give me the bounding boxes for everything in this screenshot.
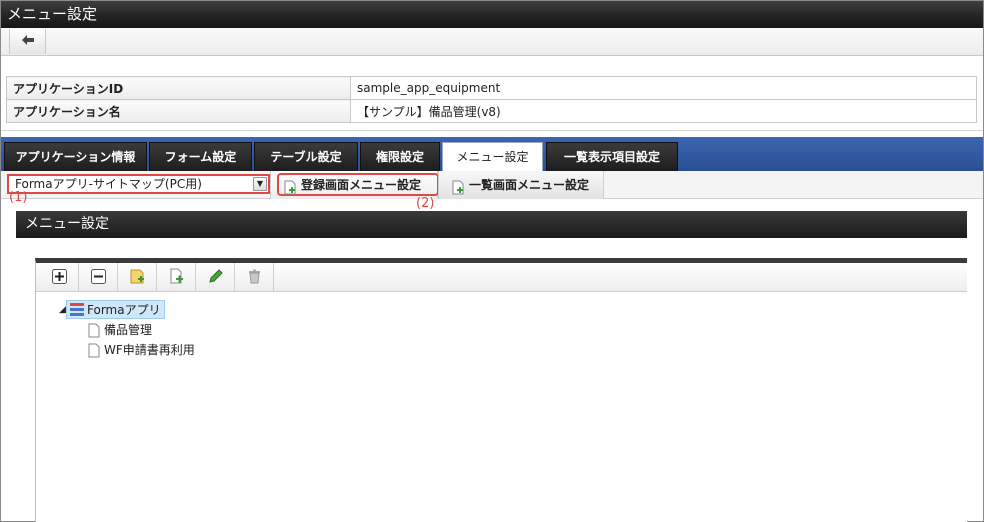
app-id-label: アプリケーションID xyxy=(6,76,351,100)
tree-root-node[interactable]: Formaアプリ xyxy=(66,300,165,319)
subtab-list-menu-settings[interactable]: 一覧画面メニュー設定 xyxy=(438,171,604,199)
tab-table-settings[interactable]: テーブル設定 xyxy=(254,142,358,171)
add-page-button[interactable] xyxy=(158,263,196,292)
info-row-app-id: アプリケーションID sample_app_equipment xyxy=(6,76,977,100)
delete-button[interactable] xyxy=(236,263,274,292)
action-bar xyxy=(1,28,983,56)
app-name-label: アプリケーション名 xyxy=(6,99,351,123)
callout-2: (2) xyxy=(416,196,435,211)
sitemap-select[interactable]: Formaアプリ-サイトマップ(PC用) ▼ xyxy=(7,174,270,194)
tree-toolbar xyxy=(36,263,967,292)
divider xyxy=(1,130,983,131)
plus-icon xyxy=(52,268,67,287)
add-page-icon xyxy=(452,177,464,205)
tree-item-label: 備品管理 xyxy=(104,323,153,337)
edit-button[interactable] xyxy=(197,263,235,292)
tab-permission-settings[interactable]: 権限設定 xyxy=(360,142,440,171)
menu-sub-toolbar: Formaアプリ-サイトマップ(PC用) ▼ 登録画面メニュー設定 一覧画面メニ… xyxy=(1,171,983,199)
back-button[interactable] xyxy=(9,29,46,54)
list-menu-icon xyxy=(70,303,84,322)
pencil-icon xyxy=(208,268,224,287)
tree-item[interactable]: WF申請書再利用 xyxy=(88,341,195,360)
application-info-table: アプリケーションID sample_app_equipment アプリケーション… xyxy=(6,76,977,123)
add-page-icon xyxy=(170,268,184,287)
highlight-box xyxy=(277,173,439,196)
dropdown-arrow-icon: ▼ xyxy=(253,177,267,191)
arrow-left-icon xyxy=(21,34,35,49)
callout-1: (1) xyxy=(9,190,28,205)
trash-icon xyxy=(248,269,261,287)
subtab-list-label: 一覧画面メニュー設定 xyxy=(469,178,590,192)
tree-item-label: WF申請書再利用 xyxy=(104,343,195,357)
subtab-entry-menu-settings[interactable]: 登録画面メニュー設定 xyxy=(270,171,439,199)
tree-item[interactable]: 備品管理 xyxy=(88,321,152,340)
settings-tab-strip: アプリケーション情報 フォーム設定 テーブル設定 権限設定 メニュー設定 一覧表… xyxy=(1,137,983,172)
tab-list-display-settings[interactable]: 一覧表示項目設定 xyxy=(546,142,678,171)
window-title: メニュー設定 xyxy=(1,1,983,28)
add-page-icon xyxy=(284,177,296,205)
app-name-value: 【サンプル】備品管理(v8) xyxy=(350,99,977,123)
collapse-all-button[interactable] xyxy=(80,263,118,292)
info-row-app-name: アプリケーション名 【サンプル】備品管理(v8) xyxy=(6,99,977,123)
tab-application-info[interactable]: アプリケーション情報 xyxy=(4,142,147,171)
tree-toggle-icon[interactable]: ◢ xyxy=(59,301,66,320)
page-icon xyxy=(88,343,100,364)
add-folder-icon xyxy=(130,268,145,287)
sitemap-select-value: Formaアプリ-サイトマップ(PC用) xyxy=(15,177,202,191)
menu-tree-panel: ◢ Formaアプリ 備品管理 WF申請書再利用 xyxy=(35,258,967,522)
expand-all-button[interactable] xyxy=(41,263,79,292)
minus-icon xyxy=(91,268,106,287)
tab-menu-settings[interactable]: メニュー設定 xyxy=(442,142,543,172)
tree-root-label: Formaアプリ xyxy=(87,303,161,317)
tab-form-settings[interactable]: フォーム設定 xyxy=(149,142,252,171)
app-id-value: sample_app_equipment xyxy=(350,76,977,100)
section-header: メニュー設定 xyxy=(16,211,967,238)
add-folder-button[interactable] xyxy=(119,263,157,292)
